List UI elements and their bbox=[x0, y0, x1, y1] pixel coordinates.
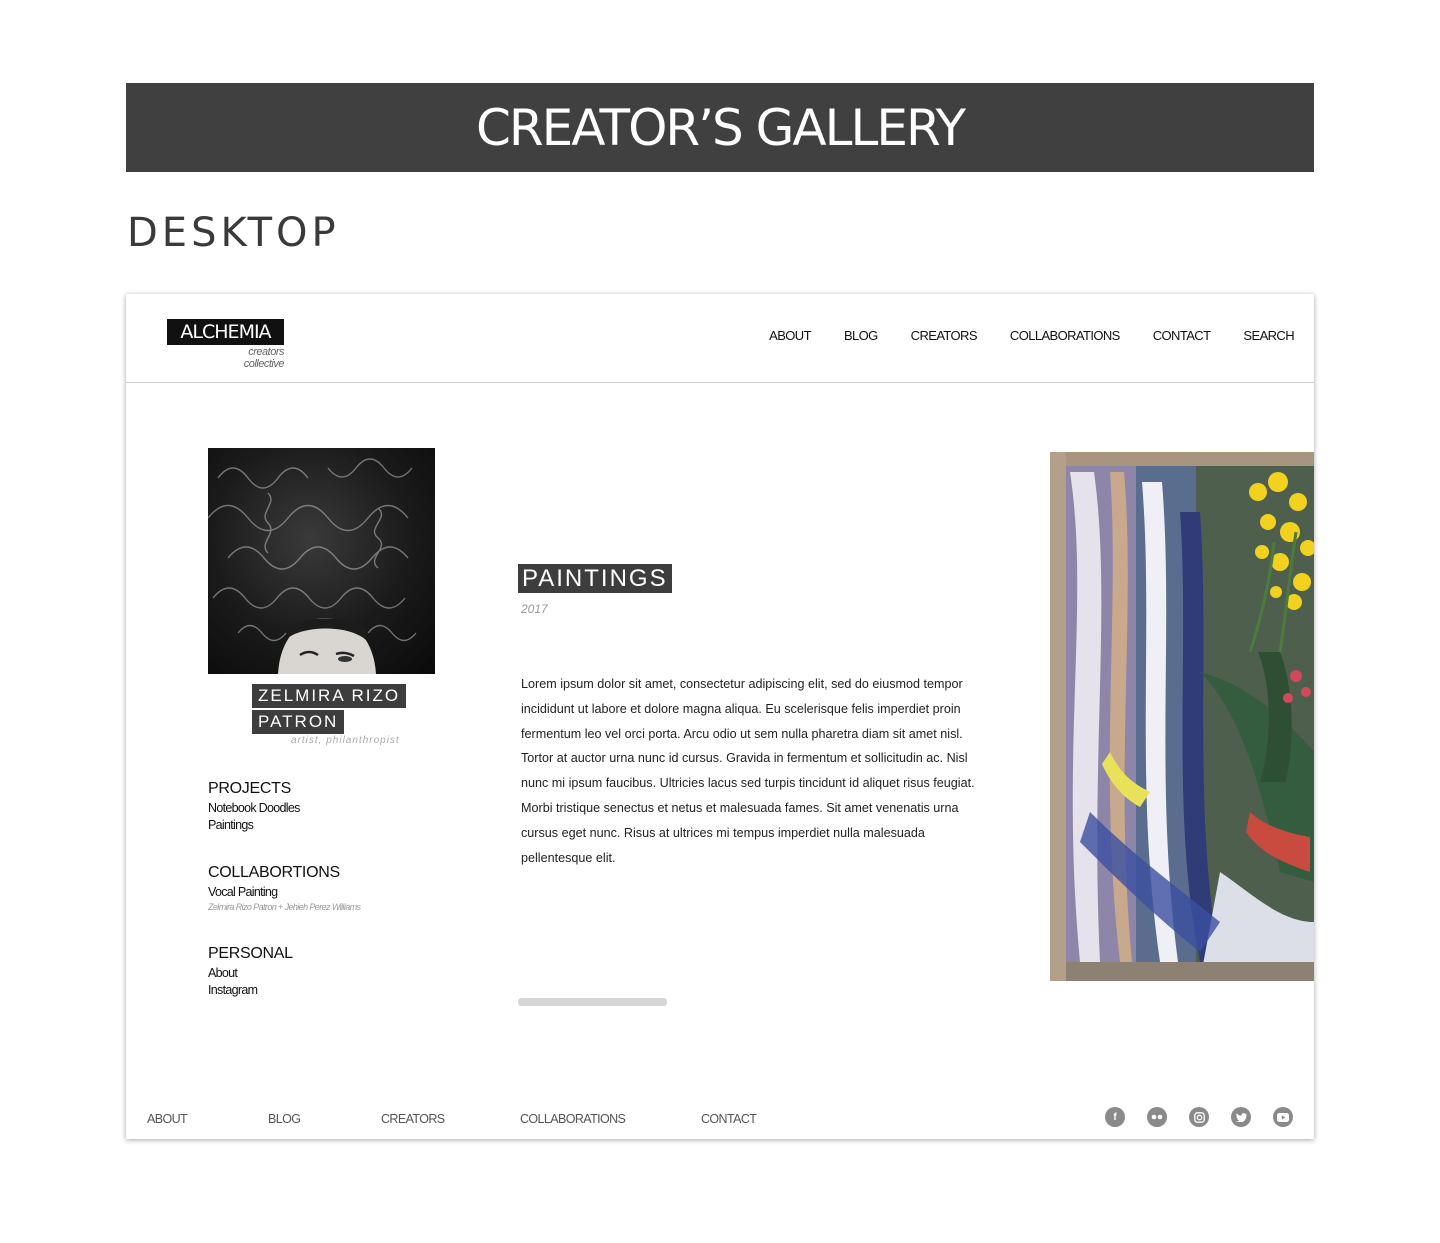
footer-blog[interactable]: BLOG bbox=[268, 1112, 301, 1126]
instagram-icon[interactable] bbox=[1189, 1107, 1209, 1127]
projects-heading: PROJECTS bbox=[208, 780, 291, 797]
footer-contact[interactable]: CONTACT bbox=[701, 1112, 757, 1126]
painting-artwork bbox=[1050, 452, 1314, 981]
footer-about[interactable]: ABOUT bbox=[147, 1112, 188, 1126]
site-logo[interactable]: ALCHEMIA bbox=[167, 319, 284, 345]
creator-name-line2: PATRON bbox=[252, 710, 345, 734]
project-title: PAINTINGS bbox=[518, 564, 672, 593]
nav-about[interactable]: ABOUT bbox=[769, 328, 811, 343]
collaborations-heading: COLLABORTIONS bbox=[208, 864, 340, 881]
project-link-notebook-doodles[interactable]: Notebook Doodles bbox=[208, 801, 300, 815]
collab-credit: Zelmira Rizo Patron + Jehieh Perez Willi… bbox=[208, 902, 361, 912]
nav-search[interactable]: SEARCH bbox=[1243, 328, 1294, 343]
creator-role: artist, philanthropist bbox=[291, 735, 400, 746]
page-banner: CREATOR’S GALLERY bbox=[126, 83, 1314, 172]
banner-title: CREATOR’S GALLERY bbox=[475, 98, 966, 157]
horizontal-scrollbar[interactable] bbox=[518, 998, 667, 1006]
project-link-paintings[interactable]: Paintings bbox=[208, 818, 254, 832]
collab-link-vocal-painting[interactable]: Vocal Painting bbox=[208, 885, 278, 899]
twitter-icon[interactable] bbox=[1231, 1107, 1251, 1127]
section-label: DESKTOP bbox=[127, 210, 340, 256]
painting-image[interactable] bbox=[1050, 452, 1314, 981]
nav-creators[interactable]: CREATORS bbox=[911, 328, 978, 343]
youtube-icon[interactable] bbox=[1273, 1107, 1293, 1127]
site-header: ALCHEMIA creators collective ABOUT BLOG … bbox=[126, 294, 1314, 383]
footer-collaborations[interactable]: COLLABORATIONS bbox=[520, 1112, 626, 1126]
project-description: Lorem ipsum dolor sit amet, consectetur … bbox=[521, 677, 975, 865]
creator-name-line1: ZELMIRA RIZO bbox=[252, 684, 407, 708]
creator-portrait bbox=[208, 448, 435, 674]
nav-collaborations[interactable]: COLLABORATIONS bbox=[1010, 328, 1120, 343]
portrait-image bbox=[208, 458, 417, 674]
social-links: f bbox=[1105, 1107, 1293, 1127]
logo-tagline: creators collective bbox=[243, 346, 285, 370]
footer-creators[interactable]: CREATORS bbox=[381, 1112, 445, 1126]
nav-blog[interactable]: BLOG bbox=[844, 328, 878, 343]
flickr-icon[interactable] bbox=[1147, 1107, 1167, 1127]
logo-text: ALCHEMIA bbox=[180, 321, 271, 343]
project-year: 2017 bbox=[521, 602, 548, 616]
nav-contact[interactable]: CONTACT bbox=[1153, 328, 1211, 343]
facebook-icon[interactable]: f bbox=[1105, 1107, 1125, 1127]
personal-heading: PERSONAL bbox=[208, 945, 293, 962]
personal-link-about[interactable]: About bbox=[208, 966, 238, 980]
desktop-mockup: ALCHEMIA creators collective ABOUT BLOG … bbox=[126, 294, 1314, 1139]
top-nav: ABOUT BLOG CREATORS COLLABORATIONS CONTA… bbox=[769, 328, 1294, 343]
personal-link-instagram[interactable]: Instagram bbox=[208, 983, 258, 997]
footer-nav: ABOUT BLOG CREATORS COLLABORATIONS CONTA… bbox=[147, 1112, 867, 1128]
